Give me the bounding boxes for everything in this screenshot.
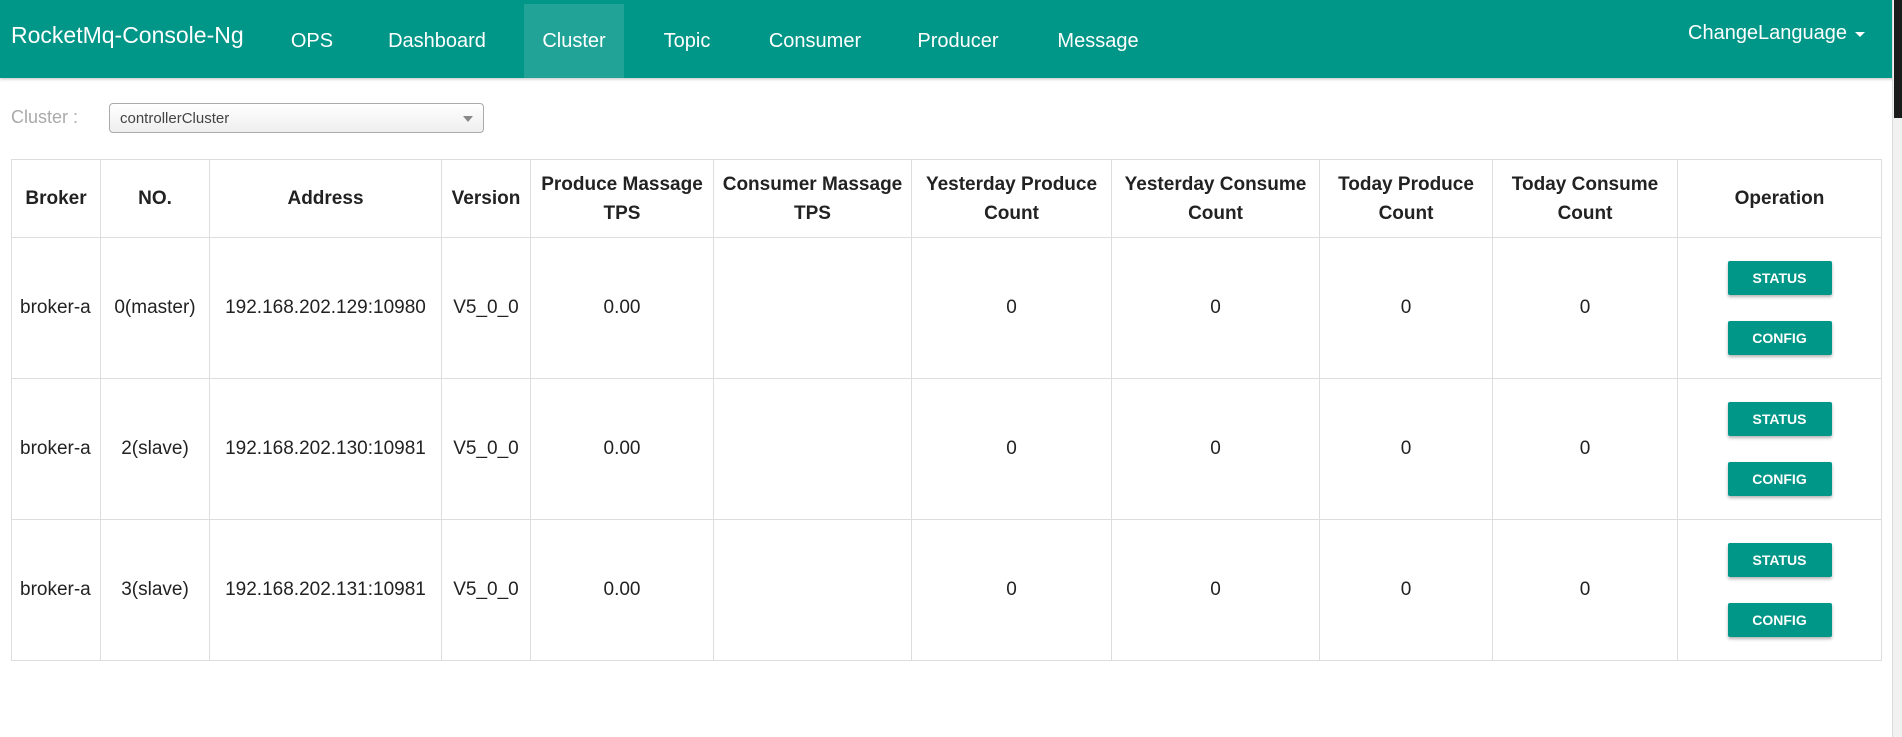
cell-address: 192.168.202.131:10981 [209,519,442,661]
cell-produce-tps: 0.00 [530,237,714,379]
header-produce-tps: Produce Massage TPS [530,159,714,238]
header-operation: Operation [1677,159,1882,238]
header-no: NO. [100,159,210,238]
cell-today-consume: 0 [1492,378,1678,520]
cell-operation: STATUS CONFIG [1677,378,1882,520]
nav-dashboard[interactable]: Dashboard [371,4,503,78]
window-scrollbar[interactable] [1892,0,1902,737]
cell-version: V5_0_0 [441,237,531,379]
cell-today-produce: 0 [1319,519,1493,661]
config-button[interactable]: CONFIG [1727,321,1832,355]
cell-broker: broker-a [11,237,101,379]
header-broker: Broker [11,159,101,238]
change-language-label: ChangeLanguage [1688,22,1848,44]
nav-ops[interactable]: OPS [273,4,351,78]
cell-today-consume: 0 [1492,519,1678,661]
cell-version: V5_0_0 [441,378,531,520]
table-row: broker-a 0(master) 192.168.202.129:10980… [11,237,1882,379]
cell-yesterday-consume: 0 [1111,378,1320,520]
table-header-row: Broker NO. Address Version Produce Massa… [11,159,1882,238]
top-navbar: RocketMq-Console-Ng OPS Dashboard Cluste… [0,0,1902,78]
cluster-select-value: controllerCluster [120,109,230,127]
cell-no: 3(slave) [100,519,210,661]
table-row: broker-a 2(slave) 192.168.202.130:10981 … [11,378,1882,520]
header-today-produce: Today Produce Count [1319,159,1493,238]
broker-table: Broker NO. Address Version Produce Massa… [11,159,1882,661]
cell-version: V5_0_0 [441,519,531,661]
cell-today-produce: 0 [1319,378,1493,520]
cell-no: 2(slave) [100,378,210,520]
caret-down-icon [1855,32,1866,37]
config-button[interactable]: CONFIG [1727,603,1832,637]
scrollbar-thumb[interactable] [1894,0,1902,118]
header-address: Address [209,159,442,238]
cluster-select[interactable]: controllerCluster [109,103,484,133]
nav-message[interactable]: Message [1040,4,1156,78]
header-yesterday-consume: Yesterday Consume Count [1111,159,1320,238]
table-row: broker-a 3(slave) 192.168.202.131:10981 … [11,519,1882,661]
cell-yesterday-produce: 0 [911,519,1112,661]
nav-topic[interactable]: Topic [646,4,728,78]
nav-consumer[interactable]: Consumer [752,4,878,78]
brand-title[interactable]: RocketMq-Console-Ng [11,22,244,49]
cluster-filter-label: Cluster : [11,107,79,127]
cell-today-consume: 0 [1492,237,1678,379]
cell-yesterday-consume: 0 [1111,519,1320,661]
nav-producer[interactable]: Producer [900,4,1016,78]
cell-yesterday-produce: 0 [911,378,1112,520]
change-language-dropdown[interactable]: ChangeLanguage [1688,22,1866,45]
header-yesterday-produce: Yesterday Produce Count [911,159,1112,238]
cell-operation: STATUS CONFIG [1677,237,1882,379]
status-button[interactable]: STATUS [1727,261,1832,295]
cell-broker: broker-a [11,378,101,520]
config-button[interactable]: CONFIG [1727,462,1832,496]
header-consume-tps: Consumer Massage TPS [713,159,912,238]
cell-yesterday-consume: 0 [1111,237,1320,379]
cell-no: 0(master) [100,237,210,379]
cell-consume-tps [713,378,912,520]
cell-address: 192.168.202.130:10981 [209,378,442,520]
status-button[interactable]: STATUS [1727,402,1832,436]
cell-broker: broker-a [11,519,101,661]
cell-today-produce: 0 [1319,237,1493,379]
cell-produce-tps: 0.00 [530,519,714,661]
cell-consume-tps [713,237,912,379]
cell-address: 192.168.202.129:10980 [209,237,442,379]
nav-cluster[interactable]: Cluster [524,4,624,78]
dropdown-arrow-icon [463,116,473,122]
cell-yesterday-produce: 0 [911,237,1112,379]
status-button[interactable]: STATUS [1727,543,1832,577]
header-today-consume: Today Consume Count [1492,159,1678,238]
header-version: Version [441,159,531,238]
cell-consume-tps [713,519,912,661]
cell-operation: STATUS CONFIG [1677,519,1882,661]
cell-produce-tps: 0.00 [530,378,714,520]
